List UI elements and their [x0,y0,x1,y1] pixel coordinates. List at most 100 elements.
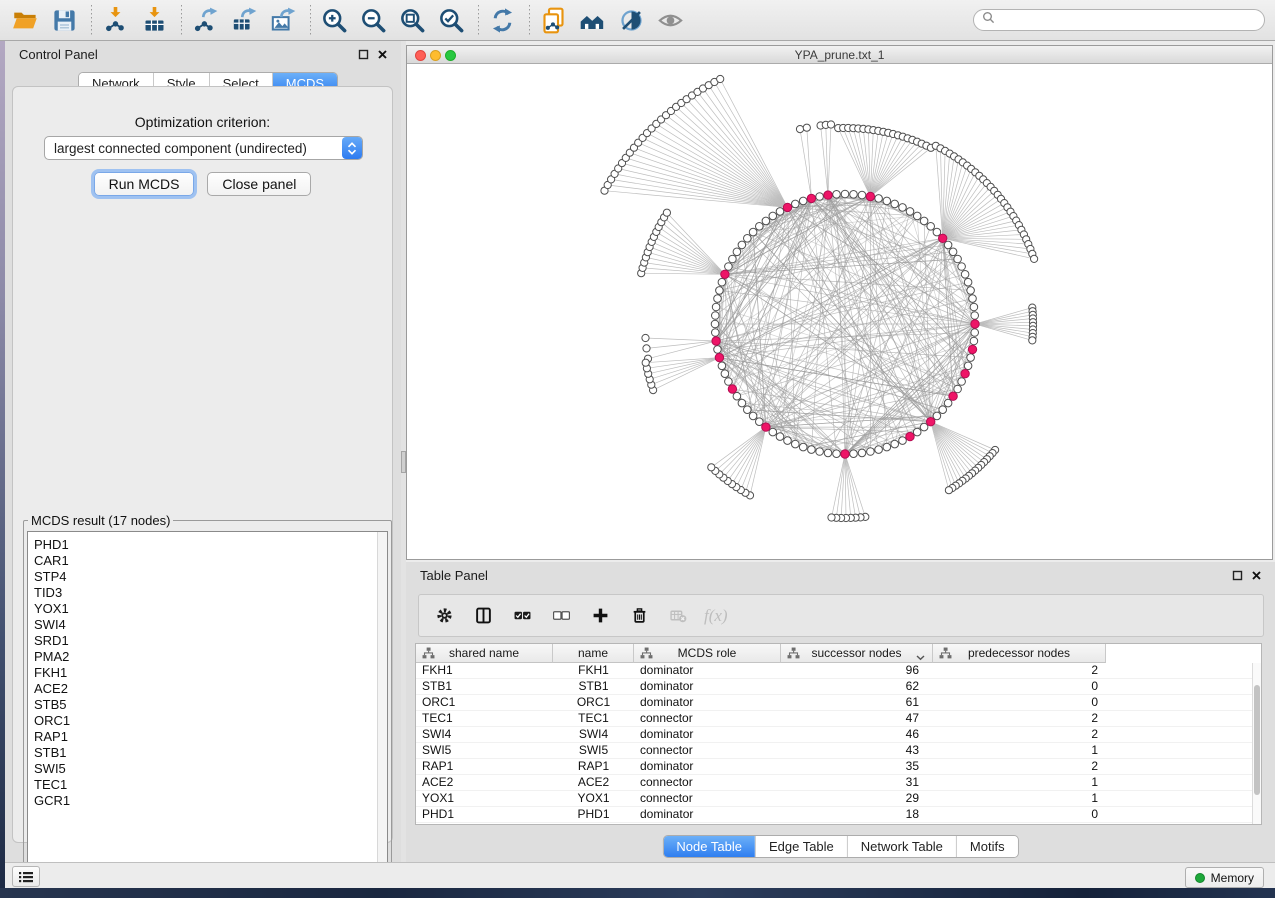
mcds-result-item[interactable]: PMA2 [34,649,387,665]
table-cell: ACE2 [553,775,634,790]
export-network-icon[interactable] [190,5,220,35]
zoom-selected-icon[interactable] [436,5,466,35]
table-row[interactable]: STB1STB1dominator620 [416,679,1252,695]
clone-network-icon[interactable] [538,5,568,35]
close-panel-icon[interactable] [376,48,388,60]
run-mcds-button[interactable]: Run MCDS [94,172,195,196]
show-graphics-details-icon[interactable] [655,5,685,35]
mcds-node [841,450,849,458]
table-row[interactable]: RAP1RAP1dominator352 [416,759,1252,775]
function-icon: f(x) [704,603,728,629]
column-header-name[interactable]: name [553,644,634,663]
task-history-button[interactable] [12,866,40,887]
table-cell: SWI5 [553,743,634,758]
table-cell: YOX1 [553,791,634,806]
toolbar-separator [181,5,182,35]
float-panel-icon[interactable] [357,48,369,60]
mcds-result-item[interactable]: STB5 [34,697,387,713]
deselect-all-icon[interactable] [548,603,574,629]
table-cell: dominator [634,759,781,774]
mcds-result-item[interactable]: SRD1 [34,633,387,649]
float-table-panel-icon[interactable] [1231,569,1243,581]
column-label: successor nodes [811,646,901,660]
mcds-result-item[interactable]: GCR1 [34,793,387,809]
mcds-result-item[interactable]: STB1 [34,745,387,761]
column-header-successor-nodes[interactable]: successor nodes [781,644,933,663]
mcds-result-item[interactable]: RAP1 [34,729,387,745]
mcds-result-item[interactable]: ORC1 [34,713,387,729]
mcds-result-item[interactable]: PHD1 [34,537,387,553]
table-cell: dominator [634,695,781,710]
table-cell: connector [634,791,781,806]
mcds-result-item[interactable]: YOX1 [34,601,387,617]
tab-node-table[interactable]: Node Table [663,836,755,857]
table-row[interactable]: ORC1ORC1dominator610 [416,695,1252,711]
table-cell: connector [634,711,781,726]
table-cell: 0 [933,695,1106,710]
tab-motifs[interactable]: Motifs [956,836,1018,857]
mcds-result-item[interactable]: ACE2 [34,681,387,697]
table-cell: SWI4 [553,727,634,742]
table-row[interactable]: FKH1FKH1dominator962 [416,663,1252,679]
table-row[interactable]: PHD1PHD1dominator180 [416,807,1252,823]
mcds-node [866,192,874,200]
table-cell: TEC1 [416,711,553,726]
table-row[interactable]: SWI5SWI5connector431 [416,743,1252,759]
export-table-icon[interactable] [229,5,259,35]
export-image-icon[interactable] [268,5,298,35]
save-icon[interactable] [49,5,79,35]
close-panel-button[interactable]: Close panel [207,172,311,196]
column-header-MCDS-role[interactable]: MCDS role [634,644,781,663]
table-row[interactable]: ACE2ACE2connector311 [416,775,1252,791]
zoom-fit-icon[interactable] [397,5,427,35]
add-icon[interactable] [587,603,613,629]
table-cell: TEC1 [553,711,634,726]
table-rows: FKH1FKH1dominator962STB1STB1dominator620… [416,663,1252,824]
mcds-result-item[interactable]: TEC1 [34,777,387,793]
mcds-node [968,345,976,353]
import-network-icon[interactable] [100,5,130,35]
table-cell: 2 [933,727,1106,742]
table-column-icon [939,647,952,663]
table-cell: 46 [781,727,933,742]
table-row[interactable]: YOX1YOX1connector291 [416,791,1252,807]
zoom-in-icon[interactable] [319,5,349,35]
tab-network-table[interactable]: Network Table [847,836,956,857]
delete-icon[interactable] [626,603,652,629]
table-scrollbar[interactable] [1252,663,1261,824]
table-cell: 1 [933,775,1106,790]
table-row[interactable]: TEC1TEC1connector472 [416,711,1252,727]
table-row[interactable]: SWI4SWI4dominator462 [416,727,1252,743]
optimization-criterion-select[interactable]: largest connected component (undirected) [44,136,363,160]
mcds-result-item[interactable]: STP4 [34,569,387,585]
hide-graphics-details-icon[interactable] [616,5,646,35]
mcds-result-item[interactable]: TID3 [34,585,387,601]
table-cell: 1 [933,743,1106,758]
zoom-out-icon[interactable] [358,5,388,35]
mcds-result-box: MCDS result (17 nodes) PHD1CAR1STP4TID3Y… [23,513,392,885]
table-scrollbar-thumb[interactable] [1254,685,1260,795]
search-input[interactable] [1000,13,1256,27]
refresh-icon[interactable] [487,5,517,35]
open-folder-icon[interactable] [10,5,40,35]
show-all-networks-icon[interactable] [577,5,607,35]
column-header-predecessor-nodes[interactable]: predecessor nodes [933,644,1106,663]
column-label: MCDS role [678,646,737,660]
list-scrollbar[interactable] [377,532,387,880]
column-header-shared-name[interactable]: shared name [416,644,553,663]
mcds-result-item[interactable]: CAR1 [34,553,387,569]
import-table-icon[interactable] [139,5,169,35]
mcds-result-item[interactable]: SWI4 [34,617,387,633]
memory-button[interactable]: Memory [1185,867,1264,888]
close-table-panel-icon[interactable] [1250,569,1262,581]
tab-edge-table[interactable]: Edge Table [755,836,847,857]
mcds-result-item[interactable]: FKH1 [34,665,387,681]
mcds-result-item[interactable]: SWI5 [34,761,387,777]
gear-icon[interactable] [431,603,457,629]
columns-icon[interactable] [470,603,496,629]
network-canvas[interactable] [407,64,1272,559]
table-cell: 62 [781,679,933,694]
select-all-icon[interactable] [509,603,535,629]
network-window-titlebar[interactable]: YPA_prune.txt_1 [407,46,1272,64]
search-box[interactable] [973,9,1265,31]
